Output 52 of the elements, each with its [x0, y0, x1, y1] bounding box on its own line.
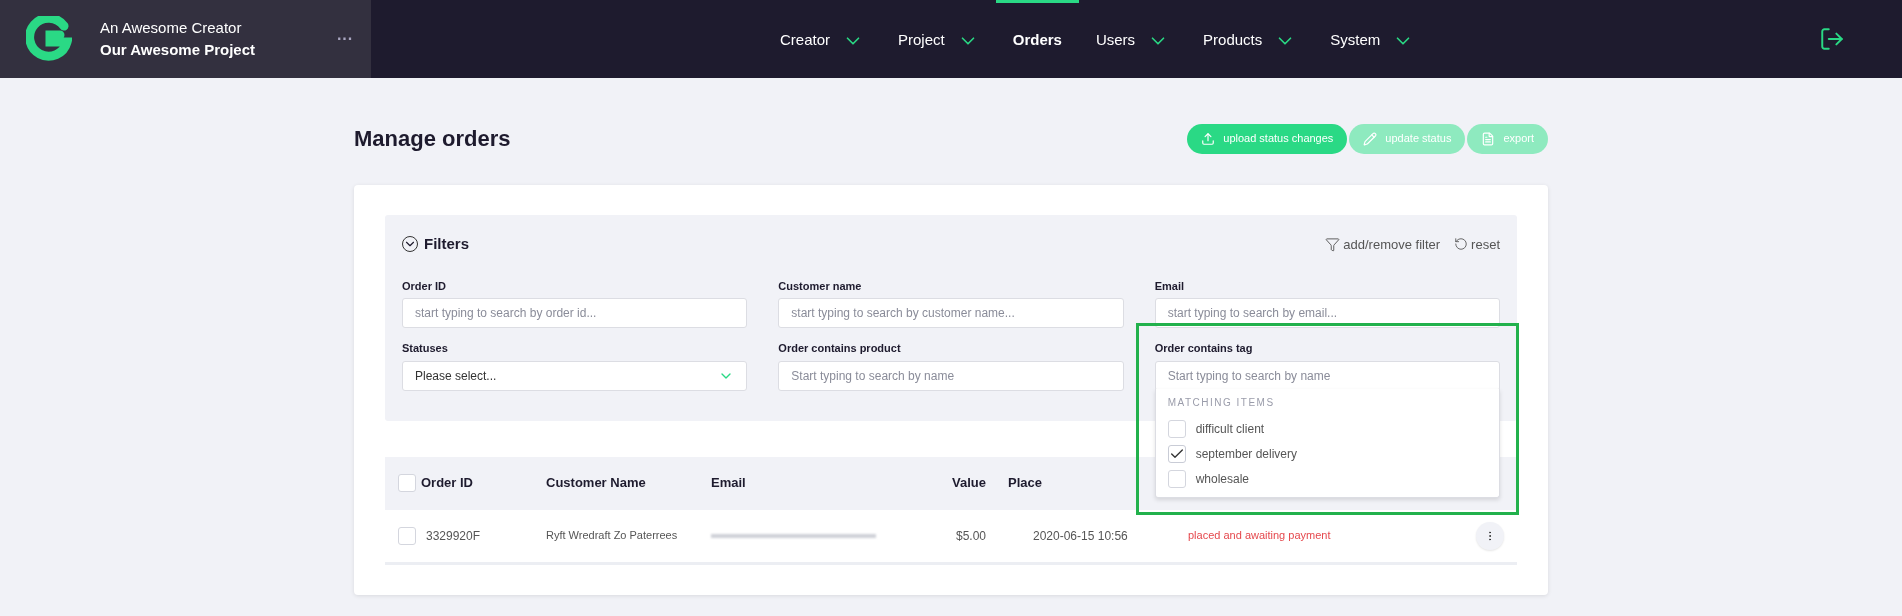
- nav-tab[interactable]: Creator: [763, 0, 882, 78]
- input-field[interactable]: start typing to search by customer name...: [778, 298, 1124, 328]
- input-field[interactable]: Start typing to search by name: [778, 360, 1124, 391]
- field-label: Email: [1154, 278, 1185, 294]
- status-text: placed and awaiting payment: [1188, 528, 1331, 544]
- checkbox[interactable]: [1167, 469, 1186, 488]
- project-name: Our Awesome Project: [100, 40, 256, 60]
- row-menu-button[interactable]: [1476, 521, 1504, 550]
- creator-name: An Awesome Creator: [100, 18, 243, 38]
- column-header: Place: [1008, 474, 1042, 493]
- table-cell-text: $5.00: [954, 527, 986, 545]
- nav-tab[interactable]: Users: [1078, 0, 1187, 78]
- column-header: Email: [711, 474, 747, 493]
- table-cell-text: Ryft Wredraft Zo Paterrees: [546, 528, 679, 544]
- more-button[interactable]: ···: [337, 27, 353, 51]
- reset-link[interactable]: reset: [1454, 234, 1500, 254]
- pencil-icon: [1363, 131, 1378, 146]
- upload-icon: [1201, 131, 1216, 146]
- statuses-select[interactable]: Please select...: [402, 360, 748, 391]
- reset-icon: [1454, 237, 1469, 252]
- nav-tab[interactable]: Project: [881, 0, 996, 78]
- page-title: Manage orders: [354, 125, 511, 153]
- nav-tab[interactable]: System: [1313, 0, 1432, 78]
- field-label: Customer name: [778, 278, 863, 294]
- field-label: Order contains product: [778, 341, 902, 356]
- tag-option[interactable]: difficult client: [1167, 416, 1487, 441]
- column-header: Customer Name: [546, 474, 647, 493]
- nav-tab[interactable]: Products: [1186, 0, 1314, 78]
- filter-icon: [1325, 236, 1341, 252]
- input-field[interactable]: start typing to search by email...: [1154, 298, 1500, 328]
- tag-option[interactable]: wholesale: [1167, 466, 1487, 491]
- field-label: Statuses: [402, 341, 449, 356]
- nav-tab[interactable]: Orders: [995, 0, 1079, 78]
- file-icon: [1481, 131, 1496, 146]
- tag-search-field[interactable]: Start typing to search by name: [1154, 360, 1500, 391]
- table-cell-text: 2020-06-15 10:56: [1033, 527, 1129, 545]
- table-cell-text: 3329920F: [426, 527, 482, 545]
- checkbox[interactable]: [398, 526, 416, 545]
- tag-option[interactable]: september delivery: [1167, 441, 1487, 466]
- column-header: Order ID: [421, 474, 474, 493]
- logo-icon: [26, 16, 72, 62]
- field-label: Order ID: [402, 278, 447, 294]
- logout-icon: [1819, 26, 1845, 52]
- filters-toggle[interactable]: Filters: [402, 233, 469, 256]
- input-field[interactable]: start typing to search by order id...: [402, 298, 748, 328]
- checkbox[interactable]: [1167, 419, 1186, 438]
- checkbox[interactable]: [398, 474, 416, 492]
- field-label: Order contains tag: [1154, 341, 1254, 356]
- dropdown-heading: MATCHING ITEMS: [1167, 396, 1276, 410]
- column-header: Value: [951, 474, 986, 493]
- checkbox[interactable]: [1167, 444, 1186, 463]
- add-remove-filter-link[interactable]: add/remove filter: [1325, 234, 1441, 254]
